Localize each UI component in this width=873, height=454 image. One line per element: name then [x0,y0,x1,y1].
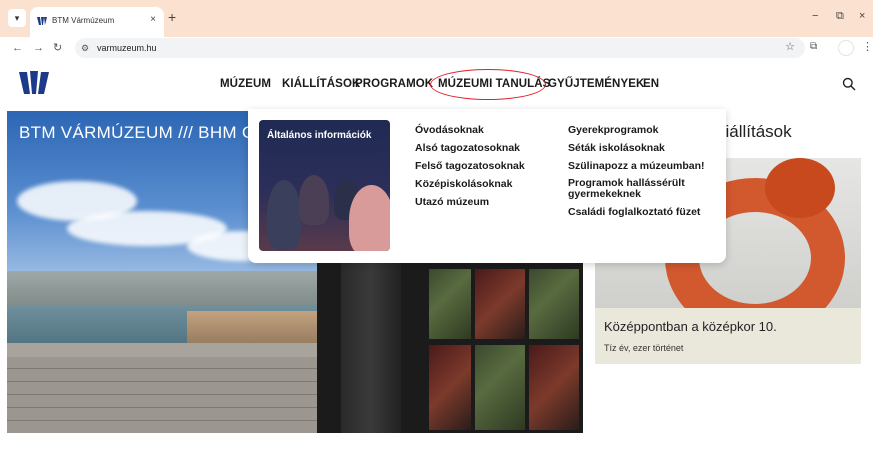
nav-muzeum[interactable]: MÚZEUM [220,77,271,91]
museum-learning-dropdown: Általános információk Óvodásoknak Alsó t… [248,109,726,263]
link-felso-tagozatosoknak[interactable]: Felső tagozatosoknak [415,160,525,172]
card-subtitle: Tíz év, ezer történet [604,343,684,353]
glass-top-image [765,158,835,218]
site-info-icon[interactable]: ⚙ [81,41,89,55]
promo-label: Általános információk [267,130,372,141]
browser-tab-bar: ▾ BTM Vármúzeum × + − ⧉ × [0,0,873,37]
hero-parapet [7,343,317,357]
hero-window-pane [429,269,471,339]
site-logo[interactable] [18,69,50,97]
card-title[interactable]: Középpontban a középkor 10. [604,319,777,335]
nav-kiallitasok[interactable]: KIÁLLÍTÁSOK [282,77,360,91]
profile-avatar[interactable] [838,40,854,56]
site-header: MÚZEUM KIÁLLÍTÁSOK PROGRAMOK MÚZEUMI TAN… [0,59,873,109]
link-gyerekprogramok[interactable]: Gyerekprogramok [568,124,658,136]
hero-window-pane [529,269,579,339]
hero-window-pane [429,345,471,430]
favicon-icon [37,17,47,25]
link-csaladi-fuzet[interactable]: Családi foglalkoztató füzet [568,206,700,218]
address-bar-row: ← → ↻ ⚙ varmuzeum.hu ☆ ⧉ ⋮ [0,37,873,59]
menu-kebab-icon[interactable]: ⋮ [862,40,873,53]
extensions-icon[interactable]: ⧉ [810,41,817,52]
hero-window-pane [475,269,525,339]
bookmark-star-icon[interactable]: ☆ [785,40,795,53]
restore-button[interactable]: ⧉ [836,11,844,22]
tab-close-icon[interactable]: × [150,14,156,26]
link-ovodasoknak[interactable]: Óvodásoknak [415,124,484,136]
search-icon[interactable] [842,77,856,91]
reload-icon[interactable]: ↻ [53,40,62,56]
hero-window-pane [475,345,525,430]
link-szulinapozz[interactable]: Szülinapozz a múzeumban! [568,160,705,172]
hero-stone-wall [7,357,317,433]
forward-icon[interactable]: → [33,40,44,56]
browser-tab[interactable]: BTM Vármúzeum × [30,7,164,37]
promo-person-image [267,180,301,250]
new-tab-button[interactable]: + [168,10,176,24]
link-setak-iskolasoknak[interactable]: Séták iskolásoknak [568,142,665,154]
nav-programok[interactable]: PROGRAMOK [355,77,433,91]
blank-panel [673,420,853,454]
tab-title: BTM Vármúzeum [52,16,115,25]
active-nav-highlight [430,69,546,100]
url-text[interactable]: varmuzeum.hu [97,42,157,54]
general-info-promo[interactable]: Általános információk [259,120,390,251]
nav-gyujtemenyek[interactable]: GYŰJTEMÉNYEK [548,77,644,91]
exhibitions-heading: kiállítások [717,122,792,141]
tab-search-chevron-icon[interactable]: ▾ [8,9,26,27]
nav-en[interactable]: EN [643,77,659,91]
minimize-button[interactable]: − [812,11,818,22]
close-window-button[interactable]: × [859,11,865,22]
hero-window-pane [529,345,579,430]
link-kozepiskolasoknak[interactable]: Középiskolásoknak [415,178,512,190]
promo-person-image [299,175,329,225]
link-also-tagozatosoknak[interactable]: Alsó tagozatosoknak [415,142,520,154]
hero-pillar [341,251,401,433]
hero-cityscape [7,271,317,311]
back-icon[interactable]: ← [12,40,23,56]
link-hallasserult-gyermekeknek[interactable]: Programok hallássérült gyermekeknek [568,178,718,200]
promo-person-image [349,185,390,251]
link-utazo-muzeum[interactable]: Utazó múzeum [415,196,489,208]
hero-title: BTM VÁRMÚZEUM /// BHM C [19,123,255,142]
omnibox[interactable]: ⚙ varmuzeum.hu ☆ [75,38,805,58]
